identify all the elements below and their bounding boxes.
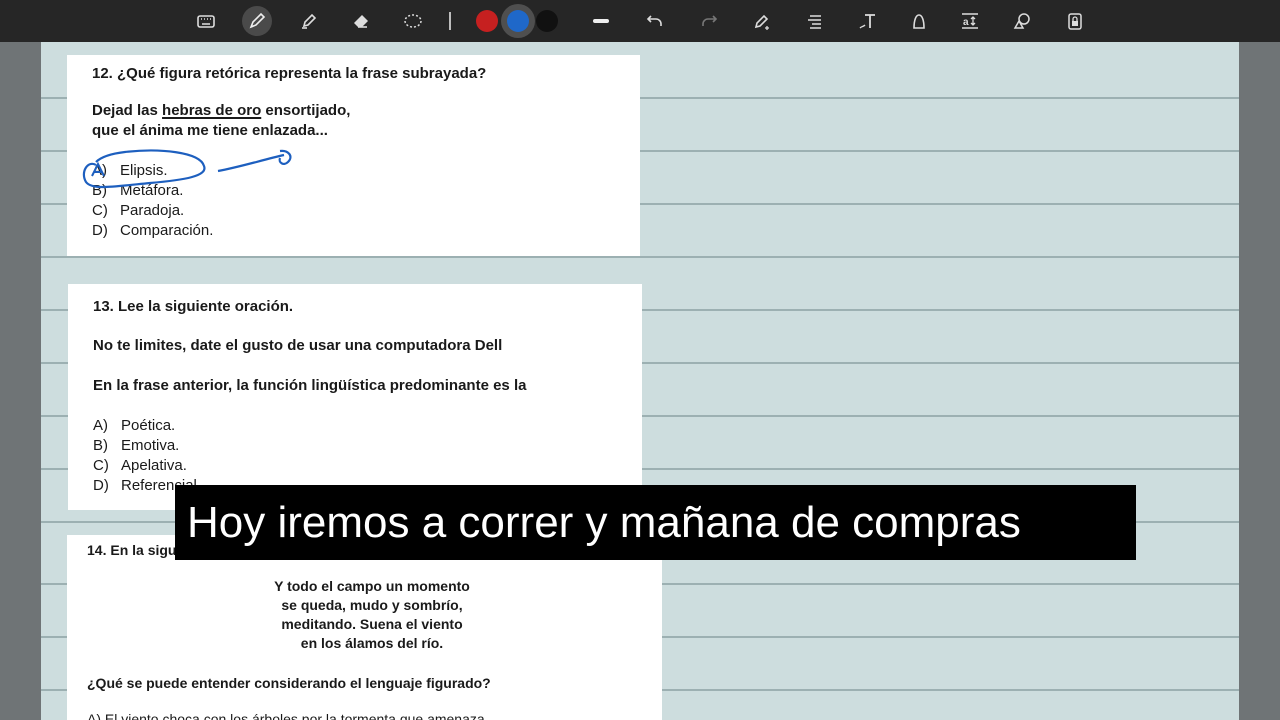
question-prompt: ¿Qué se puede entender considerando el l…	[87, 675, 491, 691]
question-title: 12. ¿Qué figura retórica representa la f…	[92, 65, 487, 82]
underlined-phrase: hebras de oro	[162, 102, 262, 119]
shape-icon[interactable]	[904, 6, 934, 36]
option-d: D) Comparación.	[92, 222, 214, 239]
lock-icon[interactable]	[1060, 6, 1090, 36]
shapes-icon[interactable]	[1007, 6, 1037, 36]
option-c: C) Apelativa.	[93, 457, 187, 474]
highlighter-icon[interactable]	[294, 6, 324, 36]
keyboard-icon[interactable]	[191, 6, 221, 36]
color-swatch-black[interactable]	[536, 10, 558, 32]
question-sentence: No te limites, date el gusto de usar una…	[93, 337, 503, 354]
option-a: A) El viento choca con los árboles por l…	[87, 711, 485, 720]
question-title: 13. Lee la siguiente oración.	[93, 298, 294, 315]
question-13-card: 13. Lee la siguiente oración. No te limi…	[68, 284, 642, 510]
pen-icon[interactable]	[242, 6, 272, 36]
ruled-line	[41, 256, 1239, 258]
pen-settings-icon[interactable]	[747, 6, 777, 36]
color-swatch-blue[interactable]	[507, 10, 529, 32]
option-b: B) Metáfora.	[92, 182, 184, 199]
eraser-icon[interactable]	[346, 6, 376, 36]
redo-icon[interactable]	[694, 6, 724, 36]
question-14-card: 14. En la siguiente estrofa, Y todo el c…	[67, 535, 662, 720]
text-box-icon[interactable]: a	[955, 6, 985, 36]
text-insert-icon[interactable]	[852, 6, 882, 36]
text-align-icon[interactable]	[800, 6, 830, 36]
toolbar-separator	[449, 12, 451, 30]
question-12-card: 12. ¿Qué figura retórica representa la f…	[67, 55, 640, 256]
svg-text:a: a	[963, 17, 969, 28]
lasso-select-icon[interactable]	[398, 6, 428, 36]
undo-icon[interactable]	[640, 6, 670, 36]
note-page[interactable]: 12. ¿Qué figura retórica representa la f…	[41, 42, 1239, 720]
drawing-toolbar: a	[0, 0, 1280, 42]
verse: Y todo el campo un momento se queda, mud…	[274, 578, 470, 651]
option-a: A) Elipsis.	[92, 162, 168, 179]
question-prompt: En la frase anterior, la función lingüís…	[93, 377, 527, 394]
color-swatch-red[interactable]	[476, 10, 498, 32]
subtitle-caption: Hoy iremos a correr y mañana de compras	[175, 485, 1136, 560]
stroke-width-icon[interactable]	[586, 6, 616, 36]
option-c: C) Paradoja.	[92, 202, 185, 219]
option-a: A) Poética.	[93, 417, 176, 434]
quote-text: Dejad las hebras de oro ensortijado, que…	[92, 102, 351, 139]
option-b: B) Emotiva.	[93, 437, 180, 454]
